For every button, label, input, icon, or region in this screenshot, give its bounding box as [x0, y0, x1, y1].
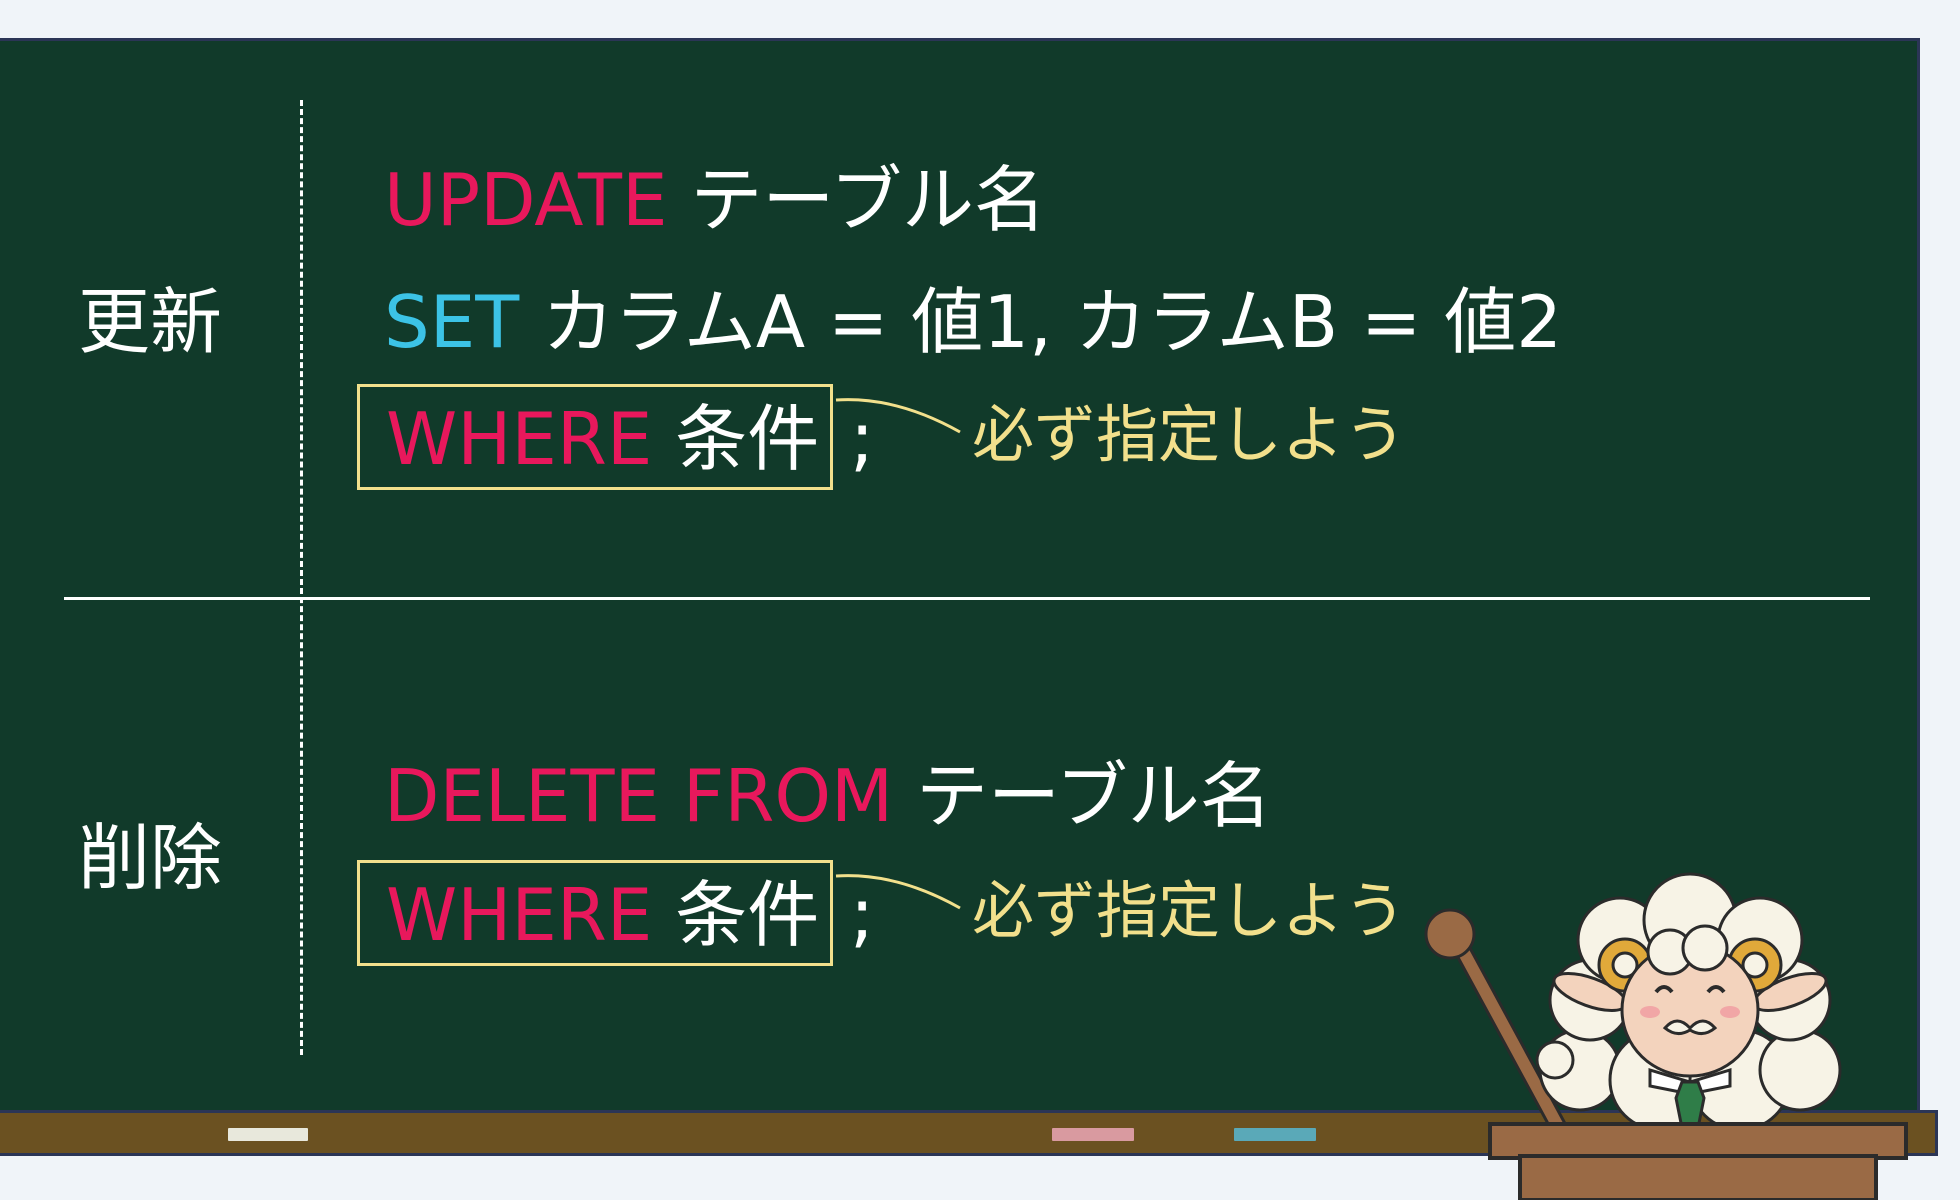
set-clause: カラムA = 値1, カラムB = 値2 [519, 280, 1562, 364]
vertical-divider [300, 100, 303, 1055]
pointer-stick-icon [1424, 908, 1569, 1139]
where-keyword: WHERE [386, 873, 653, 957]
delete-where-box: WHERE 条件 [357, 860, 833, 966]
update-note-connector [835, 398, 961, 434]
delete-label: 削除 [78, 816, 223, 900]
update-label: 更新 [78, 280, 223, 364]
chalk-white [228, 1128, 308, 1141]
where-condition: 条件 [652, 397, 820, 481]
podium-icon [1488, 1122, 1908, 1200]
delete-line-1: DELETE FROM テーブル名 [384, 760, 1272, 832]
delete-table-name: テーブル名 [893, 754, 1272, 838]
delete-note: 必ず指定しよう [972, 874, 1407, 947]
set-keyword: SET [384, 280, 520, 364]
delete-note-connector [835, 874, 961, 910]
update-line-1: UPDATE テーブル名 [384, 164, 1046, 236]
delete-keyword: DELETE FROM [384, 754, 894, 838]
update-keyword: UPDATE [384, 158, 668, 242]
where-condition: 条件 [652, 873, 820, 957]
horizontal-divider [64, 597, 1870, 600]
update-line-2: SET カラムA = 値1, カラムB = 値2 [384, 286, 1562, 358]
where-keyword: WHERE [386, 397, 653, 481]
update-note: 必ず指定しよう [972, 398, 1407, 471]
sheep-teacher-icon [1424, 872, 1908, 1200]
update-table-name: テーブル名 [667, 158, 1047, 242]
chalk-pink [1052, 1128, 1134, 1141]
update-where-box: WHERE 条件 [357, 384, 833, 490]
chalk-blue [1234, 1128, 1316, 1141]
